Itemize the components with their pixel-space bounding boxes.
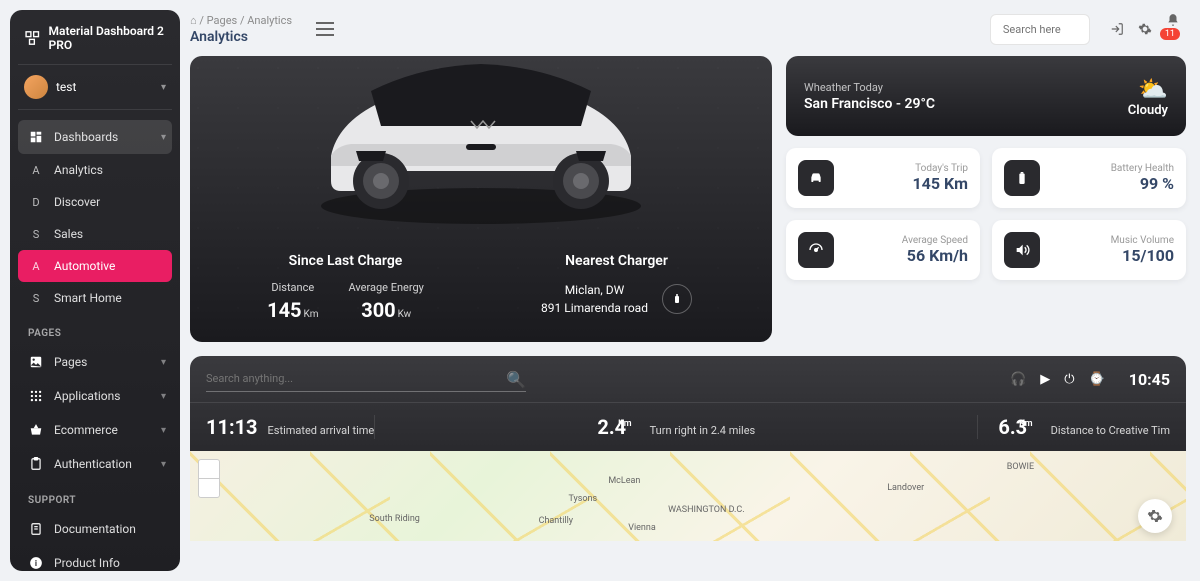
nav-pages[interactable]: Pages▾	[18, 345, 172, 379]
chevron-down-icon: ▾	[161, 425, 166, 436]
card-volume: Music Volume15/100	[992, 220, 1186, 280]
nav-discover[interactable]: DDiscover	[18, 186, 172, 218]
stat-distance: 6.3KmDistance to Creative Tim	[978, 415, 1170, 439]
basket-icon	[28, 422, 44, 438]
info-icon: i	[28, 555, 44, 571]
apps-icon	[28, 388, 44, 404]
search-input[interactable]	[990, 14, 1090, 45]
nav-authentication[interactable]: Authentication▾	[18, 447, 172, 481]
play-icon[interactable]: ▶	[1040, 372, 1050, 387]
power-icon[interactable]: ⏻	[1064, 372, 1074, 387]
zoom-in-button[interactable]: +	[199, 460, 219, 479]
stat-eta: 11:13Estimated arrival time	[206, 415, 374, 439]
headphones-icon[interactable]: 🎧	[1010, 372, 1026, 387]
speed-icon	[798, 232, 834, 268]
cloudy-icon: ⛅	[1128, 75, 1168, 103]
since-last-charge: Since Last Charge Distance145Km Average …	[210, 253, 481, 322]
signin-icon[interactable]	[1110, 22, 1124, 36]
section-pages: PAGES	[18, 314, 172, 345]
card-trip: Today's Trip145 Km	[786, 148, 980, 208]
clock-time: 10:45	[1129, 370, 1170, 389]
menu-toggle[interactable]	[316, 22, 334, 36]
nearest-charger: Nearest Charger Miclan, DW891 Limarenda …	[481, 253, 752, 322]
nav-analytics[interactable]: AAnalytics	[18, 154, 172, 186]
app-title: Material Dashboard 2 PRO	[49, 24, 166, 52]
chevron-down-icon: ▾	[161, 357, 166, 368]
logo-icon	[24, 28, 41, 48]
stat-next-turn: 2.4KmTurn right in 2.4 miles	[374, 415, 978, 439]
nav-search-input[interactable]	[206, 366, 526, 392]
breadcrumb-pages[interactable]: Pages	[207, 14, 238, 27]
avatar	[24, 75, 48, 99]
map-zoom: +−	[198, 459, 220, 498]
map[interactable]: +− WASHINGTON D.C. South Riding Chantill…	[190, 451, 1186, 541]
clipboard-icon	[28, 456, 44, 472]
card-speed: Average Speed56 Km/h	[786, 220, 980, 280]
nav-ecommerce[interactable]: Ecommerce▾	[18, 413, 172, 447]
chevron-down-icon: ▾	[161, 459, 166, 470]
page-title: Analytics	[190, 29, 292, 45]
nav-search[interactable]: 🔍	[206, 366, 526, 392]
user-menu[interactable]: test ▾	[18, 64, 172, 110]
breadcrumb-home[interactable]: ⌂	[190, 14, 197, 27]
gear-icon[interactable]	[1138, 22, 1152, 36]
card-battery: Battery Health99 %	[992, 148, 1186, 208]
chevron-down-icon: ▾	[161, 391, 166, 402]
bell-icon[interactable]: 11	[1166, 13, 1186, 46]
nav-sales[interactable]: SSales	[18, 218, 172, 250]
battery-icon	[1004, 160, 1040, 196]
svg-text:i: i	[35, 558, 37, 568]
car-card: Since Last Charge Distance145Km Average …	[190, 56, 772, 342]
watch-icon[interactable]: ⌚	[1089, 372, 1105, 387]
chevron-down-icon: ▾	[161, 132, 166, 143]
nav-dashboards[interactable]: Dashboards ▾	[18, 120, 172, 154]
navigation-panel: 🔍 🎧 ▶ ⏻ ⌚ 10:45 11:13Estimated arrival t…	[190, 356, 1186, 541]
top-actions: 11	[1110, 13, 1186, 46]
weather-card: Wheather TodaySan Francisco - 29°C ⛅Clou…	[786, 56, 1186, 136]
zoom-out-button[interactable]: −	[199, 479, 219, 497]
breadcrumb: ⌂ / Pages / Analytics Analytics	[190, 14, 292, 45]
volume-icon	[1004, 232, 1040, 268]
breadcrumb-current: Analytics	[247, 14, 292, 27]
map-city-label: WASHINGTON D.C.	[668, 505, 745, 515]
nav-smarthome[interactable]: SSmart Home	[18, 282, 172, 314]
nav-productinfo[interactable]: iProduct Info	[18, 546, 172, 580]
nav-label: Dashboards	[54, 130, 118, 144]
doc-icon	[28, 521, 44, 537]
main-content: ⌂ / Pages / Analytics Analytics 11	[190, 0, 1200, 581]
dashboard-icon	[28, 129, 44, 145]
image-icon	[28, 354, 44, 370]
chevron-down-icon: ▾	[161, 82, 166, 93]
sidebar: Material Dashboard 2 PRO test ▾ Dashboar…	[10, 10, 180, 571]
settings-fab[interactable]	[1138, 499, 1172, 533]
section-support: SUPPORT	[18, 481, 172, 512]
app-logo[interactable]: Material Dashboard 2 PRO	[18, 24, 172, 64]
topbar: ⌂ / Pages / Analytics Analytics 11	[190, 6, 1186, 52]
charger-map-button[interactable]	[662, 284, 692, 314]
car-icon	[798, 160, 834, 196]
nav-documentation[interactable]: Documentation	[18, 512, 172, 546]
notif-badge: 11	[1160, 28, 1180, 40]
car-image	[271, 56, 691, 236]
nav-applications[interactable]: Applications▾	[18, 379, 172, 413]
search-icon: 🔍	[506, 370, 526, 389]
nav-automotive[interactable]: AAutomotive	[18, 250, 172, 282]
user-name: test	[56, 80, 76, 94]
